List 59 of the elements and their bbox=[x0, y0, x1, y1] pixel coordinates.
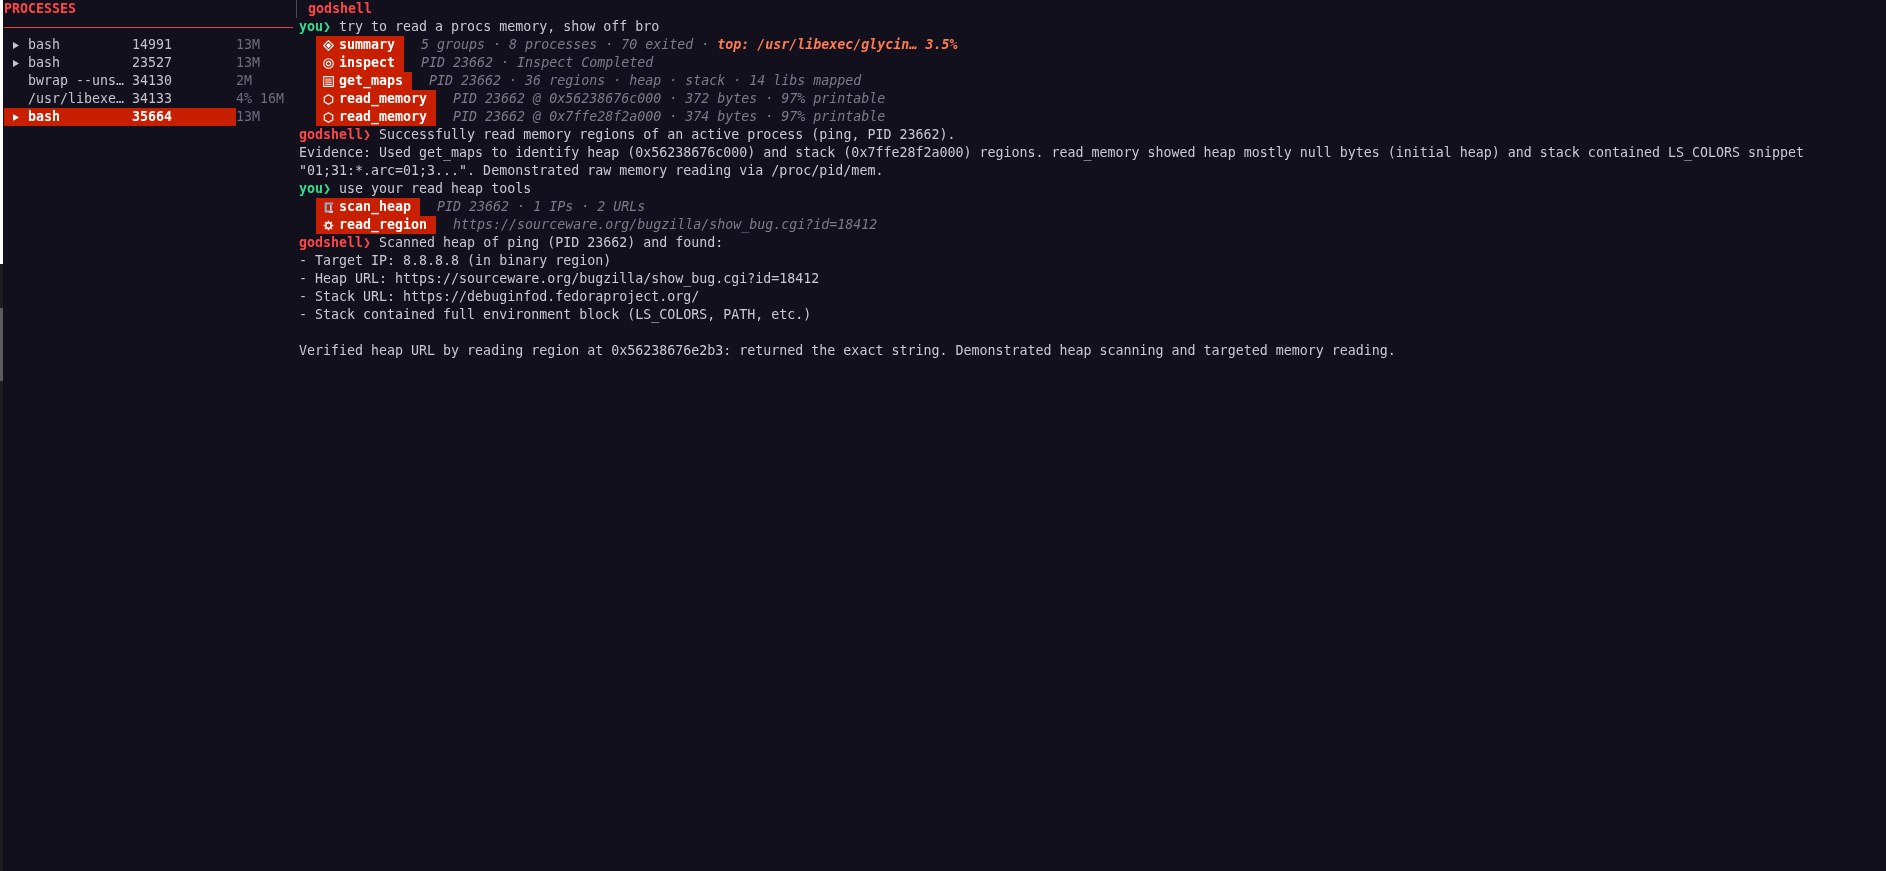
concentric-circles-icon bbox=[323, 57, 334, 69]
usage-text: 13M bbox=[236, 36, 261, 54]
tool-name: get_maps bbox=[339, 72, 404, 90]
process-id: 34130 bbox=[132, 72, 173, 90]
usage-text: 4% 16M bbox=[236, 90, 285, 108]
tool-result-text: 5 groups · 8 processes · 70 exited · bbox=[421, 36, 710, 54]
message-text: Evidence: Used get_maps to identify heap (0x56238676c000) and stack (0x7ffe28f2a000) regions. read_memory showed heap mostly null bytes (initial heap) and stack contained LS_COLORS snippet "01;31:*.arc=01;3...". Demonstrated raw memory reading via /proc/pid/mem. bbox=[299, 145, 1805, 178]
process-id: 14991 bbox=[132, 36, 173, 54]
user-prompt: you❯ bbox=[299, 19, 332, 34]
tool-result-text: https://sourceware.org/bugzilla/show_bug.cgi?id=18412 bbox=[453, 216, 878, 234]
tool-name: scan_heap bbox=[339, 198, 412, 216]
hexagon-icon bbox=[323, 111, 334, 123]
tool-name: inspect bbox=[339, 54, 396, 72]
list-icon bbox=[323, 75, 334, 87]
scrollbar-thumb[interactable] bbox=[0, 308, 3, 381]
message-text: Scanned heap of ping (PID 23662) and found: bbox=[379, 235, 724, 250]
message-text: - Heap URL: https://sourceware.org/bugzilla/show_bug.cgi?id=18412 bbox=[299, 271, 820, 286]
process-id: 34133 bbox=[132, 90, 173, 108]
usage-text: 13M bbox=[236, 108, 261, 126]
process-item[interactable]: /usr/libexe… 34133 bbox=[4, 90, 236, 108]
assistant-prompt: godshell❯ bbox=[299, 127, 372, 142]
process-id: 35664 bbox=[132, 108, 173, 126]
message-text: - Stack URL: https://debuginfod.fedoraproject.org/ bbox=[299, 289, 700, 304]
tool-result-text: PID 23662 · 36 regions · heap · stack · 14 libs mapped bbox=[429, 72, 862, 90]
process-item[interactable]: bwrap --uns… 34130 bbox=[4, 72, 236, 90]
gear-icon bbox=[323, 219, 334, 231]
diamond-icon bbox=[323, 39, 334, 51]
message-text: - Target IP: 8.8.8.8 (in binary region) bbox=[299, 253, 612, 268]
tool-result-text: PID 23662 · Inspect Completed bbox=[421, 54, 654, 72]
process-name: bash bbox=[28, 54, 61, 72]
process-item[interactable]: bash 35664 bbox=[4, 108, 236, 126]
process-name: bwrap --uns… bbox=[28, 72, 125, 90]
message-text: Verified heap URL by reading region at 0x56238676e2b3: returned the exact string. Demonstrated heap scanning and targeted memory reading. bbox=[299, 343, 1396, 358]
hexagon-icon bbox=[323, 93, 334, 105]
tool-name: read_memory bbox=[339, 90, 428, 108]
usage-text: 13M bbox=[236, 54, 261, 72]
process-item[interactable]: bash 14991 bbox=[4, 36, 236, 54]
top-process-text: top: /usr/libexec/glycin… 3.5% bbox=[717, 36, 958, 54]
assistant-prompt: godshell❯ bbox=[299, 235, 372, 250]
process-id: 23527 bbox=[132, 54, 173, 72]
panel-title: PROCESSES bbox=[4, 1, 77, 16]
message-text: Successfully read memory regions of an active process (ping, PID 23662). bbox=[379, 127, 956, 142]
message-text: use your read heap tools bbox=[339, 181, 532, 196]
usage-text: 2M bbox=[236, 72, 252, 90]
tool-name: read_region bbox=[339, 216, 428, 234]
process-name: bash bbox=[28, 108, 61, 126]
tool-result-text: PID 23662 @ 0x7ffe28f2a000 · 374 bytes · 97% printable bbox=[453, 108, 886, 126]
user-prompt: you❯ bbox=[299, 181, 332, 196]
clamp-icon bbox=[323, 201, 334, 213]
tool-result-text: PID 23662 @ 0x56238676c000 · 372 bytes · 97% printable bbox=[453, 90, 886, 108]
tool-name: summary bbox=[339, 36, 396, 54]
tool-result-text: PID 23662 · 1 IPs · 2 URLs bbox=[437, 198, 646, 216]
process-item[interactable]: bash 23527 bbox=[4, 54, 236, 72]
message-text: - Stack contained full environment block (LS_COLORS, PATH, etc.) bbox=[299, 307, 812, 322]
message-text: try to read a procs memory, show off bro bbox=[339, 19, 660, 34]
tool-name: read_memory bbox=[339, 108, 428, 126]
app-title: godshell bbox=[308, 1, 373, 16]
process-name: bash bbox=[28, 36, 61, 54]
process-name: /usr/libexe… bbox=[28, 90, 125, 108]
